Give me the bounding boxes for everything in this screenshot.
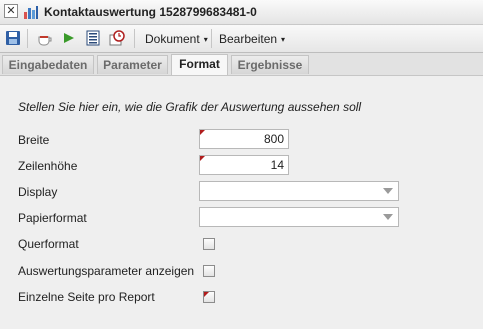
zeilenhoehe-value: 14 xyxy=(270,158,284,172)
papierformat-select[interactable] xyxy=(199,207,399,227)
einzelne-seite-label: Einzelne Seite pro Report xyxy=(18,290,155,304)
display-label: Display xyxy=(18,185,58,199)
breite-input[interactable]: 800 xyxy=(199,129,289,149)
tab-parameter[interactable]: Parameter xyxy=(97,55,168,74)
auswertungsparameter-checkbox[interactable] xyxy=(203,265,215,277)
querformat-label: Querformat xyxy=(18,237,79,251)
menu-bearbeiten[interactable]: Bearbeiten ▾ xyxy=(219,32,285,46)
toolbar-separator xyxy=(211,29,212,48)
zeilenhoehe-input[interactable]: 14 xyxy=(199,155,289,175)
chevron-down-icon: ▾ xyxy=(281,35,286,44)
menu-dokument[interactable]: Dokument ▾ xyxy=(145,32,208,46)
coffee-icon[interactable] xyxy=(37,30,53,46)
display-select[interactable] xyxy=(199,181,399,201)
einzelne-seite-checkbox[interactable] xyxy=(203,291,215,303)
tab-format[interactable]: Format xyxy=(171,54,228,75)
format-panel: Stellen Sie hier ein, wie die Grafik der… xyxy=(0,76,483,329)
intro-text: Stellen Sie hier ein, wie die Grafik der… xyxy=(18,100,362,114)
required-marker xyxy=(200,130,205,135)
querformat-checkbox[interactable] xyxy=(203,238,215,250)
auswertungsparameter-label: Auswertungsparameter anzeigen xyxy=(18,264,195,278)
save-icon[interactable] xyxy=(5,30,21,46)
clock-icon[interactable] xyxy=(109,30,125,46)
arrow-right-icon[interactable] xyxy=(61,30,77,46)
list-icon[interactable] xyxy=(85,30,101,46)
toolbar-separator xyxy=(134,29,135,48)
breite-value: 800 xyxy=(263,132,284,146)
close-icon[interactable]: ✕ xyxy=(4,4,18,18)
tab-eingabedaten[interactable]: Eingabedaten xyxy=(2,55,94,74)
window-title: Kontaktauswertung 1528799683481-0 xyxy=(44,5,257,19)
zeilenhoehe-label: Zeilenhöhe xyxy=(18,159,78,173)
required-marker xyxy=(204,292,209,297)
tab-bar: Eingabedaten Parameter Format Ergebnisse xyxy=(0,53,483,76)
toolbar: Dokument ▾ Bearbeiten ▾ xyxy=(0,25,483,53)
chevron-down-icon: ▾ xyxy=(203,35,208,44)
papierformat-label: Papierformat xyxy=(18,211,87,225)
toolbar-separator xyxy=(27,29,28,48)
tab-ergebnisse[interactable]: Ergebnisse xyxy=(231,55,309,74)
required-marker xyxy=(200,156,205,161)
menu-bearbeiten-label: Bearbeiten xyxy=(219,32,278,46)
bar-chart-icon xyxy=(24,6,38,19)
chevron-down-icon[interactable] xyxy=(383,214,393,220)
menu-dokument-label: Dokument xyxy=(145,32,200,46)
breite-label: Breite xyxy=(18,133,50,147)
title-bar: ✕ Kontaktauswertung 1528799683481-0 xyxy=(0,0,483,25)
chevron-down-icon[interactable] xyxy=(383,188,393,194)
